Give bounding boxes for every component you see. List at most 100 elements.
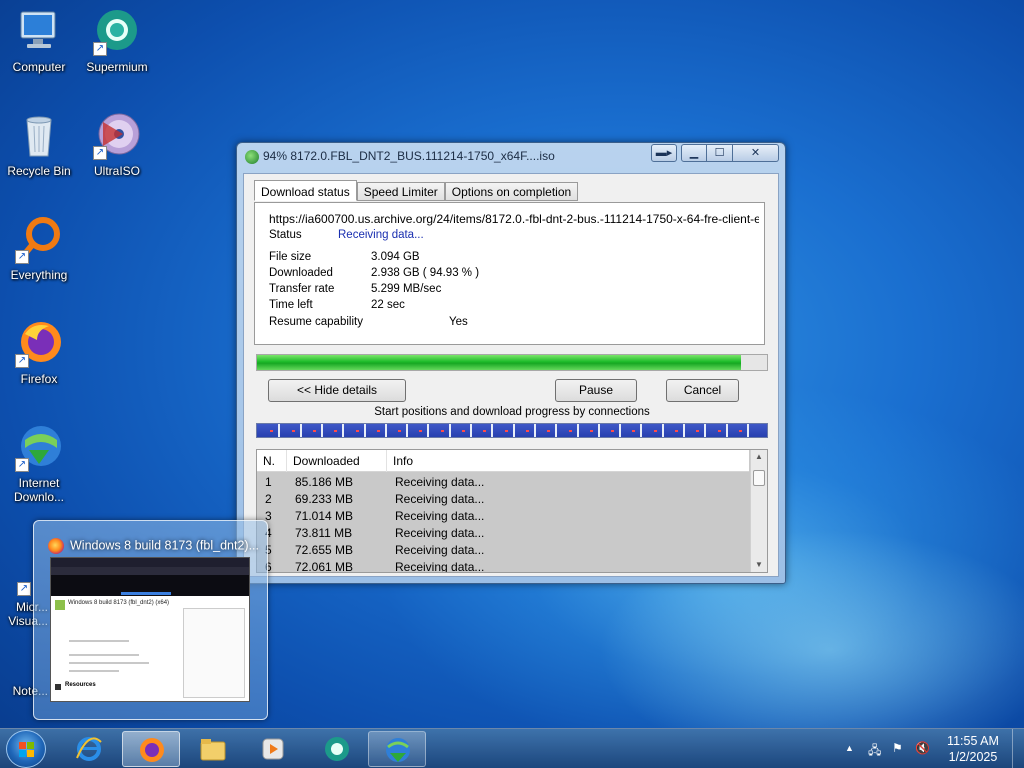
table-row[interactable]: 5 72.655 MB Receiving data... <box>257 542 749 559</box>
cell-downloaded: 85.186 MB <box>295 475 354 489</box>
status-row: Status Receiving data... <box>269 229 424 241</box>
field-label: Downloaded <box>269 267 333 279</box>
taskbar-file-explorer[interactable] <box>184 731 242 767</box>
connection-segment-divider <box>555 424 558 437</box>
column-header-downloaded[interactable]: Downloaded <box>287 450 387 472</box>
column-header-info[interactable]: Info <box>387 450 749 472</box>
idm-download-window[interactable]: 94% 8172.0.FBL_DNT2_BUS.111214-1750_x64F… <box>236 142 786 584</box>
shortcut-arrow-icon: ↗ <box>17 582 31 596</box>
system-clock[interactable]: 11:55 AM 1/2/2025 <box>930 733 1016 765</box>
taskbar-supermium[interactable] <box>308 731 366 767</box>
resume-capability-row: Resume capability Yes <box>269 316 468 328</box>
connection-segment-divider <box>278 424 281 437</box>
preview-sidebar <box>183 608 245 698</box>
desktop-icon-label: Recycle Bin <box>7 164 71 178</box>
shortcut-arrow-icon: ↗ <box>93 146 107 160</box>
network-icon[interactable]: 🖧 <box>868 741 881 762</box>
connections-table[interactable]: N. Downloaded Info 1 85.186 MB Receiving… <box>256 449 768 573</box>
connection-segment-divider <box>704 424 707 437</box>
desktop-icon-firefox[interactable]: ↗ Firefox <box>0 320 78 386</box>
scroll-up-icon[interactable]: ▲ <box>751 450 767 464</box>
connection-position-marker <box>653 430 657 432</box>
desktop-icon-computer[interactable]: Computer <box>0 8 78 74</box>
tab-speed-limiter[interactable]: Speed Limiter <box>356 182 445 201</box>
windows-logo-icon <box>19 742 35 758</box>
window-body: Download status Speed Limiter Options on… <box>243 173 779 577</box>
download-url: https://ia600700.us.archive.org/24/items… <box>269 212 759 226</box>
desktop-icon-recycle-bin[interactable]: Recycle Bin <box>0 112 78 178</box>
taskbar-media-player[interactable] <box>244 731 302 767</box>
preview-page-logo <box>55 600 65 610</box>
volume-muted-icon[interactable]: 🔇 <box>915 741 930 755</box>
caption-buttons: ▬▸ ▁ ☐ ✕ <box>651 144 779 162</box>
start-button[interactable] <box>6 730 46 768</box>
show-hidden-icons-chevron-icon[interactable]: ▲ <box>845 743 854 753</box>
show-desktop-button[interactable] <box>1012 729 1024 768</box>
desktop-icon-label: UltraISO <box>93 164 140 178</box>
field-label: Transfer rate <box>269 283 335 295</box>
scroll-thumb[interactable] <box>753 470 765 486</box>
connection-segment-divider <box>342 424 345 437</box>
media-player-icon <box>262 738 284 760</box>
table-scrollbar[interactable]: ▲ ▼ <box>750 450 767 572</box>
window-title[interactable]: 94% 8172.0.FBL_DNT2_BUS.111214-1750_x64F… <box>245 149 555 164</box>
connection-position-marker <box>738 430 742 432</box>
cancel-button[interactable]: Cancel <box>666 379 739 402</box>
connection-position-marker <box>568 430 572 432</box>
connection-segment-divider <box>384 424 387 437</box>
minimize-to-tray-button[interactable]: ▬▸ <box>651 144 677 162</box>
file-explorer-icon <box>200 739 226 761</box>
desktop-icon-ultraiso[interactable]: ↗ UltraISO <box>78 112 156 178</box>
desktop-icon-label: Internet Downlo... <box>13 476 65 504</box>
preview-page-snapshot[interactable]: Windows 8 build 8173 (fbl_dnt2) (x64) Re… <box>50 557 250 702</box>
desktop-icon-supermium[interactable]: ↗ Supermium <box>78 8 156 74</box>
field-value: 3.094 GB <box>371 251 420 263</box>
connection-position-marker <box>547 430 551 432</box>
desktop-icon-everything[interactable]: ↗ Everything <box>0 216 78 282</box>
shortcut-arrow-icon: ↗ <box>15 354 29 368</box>
desktop-icon-idm[interactable]: ↗ Internet Downlo... <box>0 424 78 504</box>
cell-info: Receiving data... <box>395 543 485 557</box>
pause-button[interactable]: Pause <box>555 379 637 402</box>
cell-number: 2 <box>265 492 272 506</box>
time-left-row: Time left 22 sec <box>269 299 405 311</box>
close-button[interactable]: ✕ <box>733 144 779 162</box>
taskbar-internet-explorer[interactable] <box>60 731 118 767</box>
firefox-icon <box>140 738 164 762</box>
tab-strip: Download status Speed Limiter Options on… <box>254 180 579 201</box>
status-value: Receiving data... <box>338 229 424 241</box>
connection-segment-divider <box>746 424 749 437</box>
file-size-row: File size 3.094 GB <box>269 251 420 263</box>
tab-options-on-completion[interactable]: Options on completion <box>444 182 579 201</box>
maximize-button[interactable]: ☐ <box>707 144 733 162</box>
hide-details-button[interactable]: << Hide details <box>268 379 406 402</box>
action-center-flag-icon[interactable]: ⚑ <box>892 741 903 755</box>
taskbar-thumbnail-preview[interactable]: Windows 8 build 8173 (fbl_dnt2)... Windo… <box>33 520 268 720</box>
ultraiso-icon: ↗ <box>93 112 141 160</box>
supermium-icon <box>325 737 349 761</box>
scroll-down-icon[interactable]: ▼ <box>751 558 767 572</box>
connection-segment-divider <box>363 424 366 437</box>
table-row[interactable]: 6 72.061 MB Receiving data... <box>257 559 749 572</box>
cell-downloaded: 69.233 MB <box>295 492 354 506</box>
column-header-number[interactable]: N. <box>257 450 287 472</box>
connection-position-marker <box>525 430 529 432</box>
taskbar-firefox[interactable] <box>122 731 180 767</box>
minimize-button[interactable]: ▁ <box>681 144 707 162</box>
status-label: Status <box>269 229 302 241</box>
field-label: Resume capability <box>269 316 363 328</box>
preview-page-heading: Windows 8 build 8173 (fbl_dnt2) (x64) <box>68 600 170 606</box>
preview-navbar <box>51 567 249 575</box>
tab-download-status[interactable]: Download status <box>254 180 357 201</box>
taskbar-idm[interactable] <box>368 731 426 767</box>
clock-date: 1/2/2025 <box>948 750 998 764</box>
download-progress-bar <box>256 354 768 371</box>
download-status-panel: https://ia600700.us.archive.org/24/items… <box>254 202 765 345</box>
connection-position-marker <box>312 430 316 432</box>
everything-icon: ↗ <box>15 216 63 264</box>
table-header: N. Downloaded Info <box>257 450 749 472</box>
table-row[interactable]: 4 73.811 MB Receiving data... <box>257 525 749 542</box>
table-row[interactable]: 3 71.014 MB Receiving data... <box>257 508 749 525</box>
table-row[interactable]: 1 85.186 MB Receiving data... <box>257 474 749 491</box>
table-row[interactable]: 2 69.233 MB Receiving data... <box>257 491 749 508</box>
